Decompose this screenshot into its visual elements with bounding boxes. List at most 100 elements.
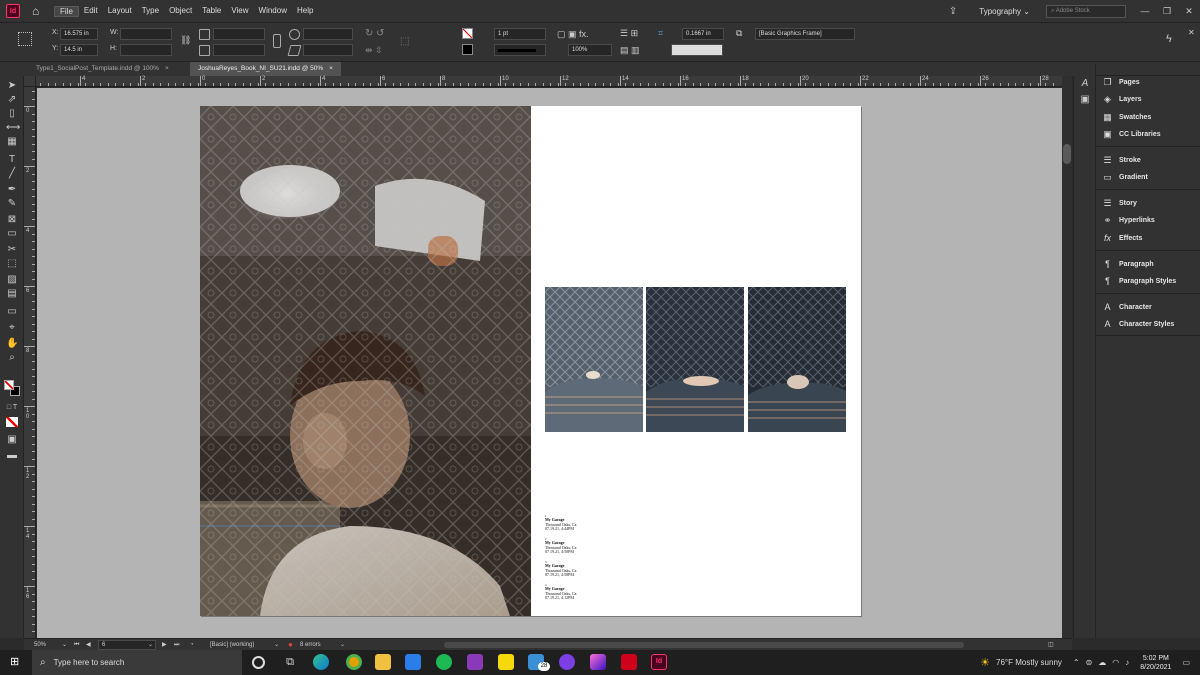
clock[interactable]: 5:02 PM 8/20/2021: [1140, 654, 1171, 672]
gradient-feather-tool-icon[interactable]: ▤: [6, 288, 18, 300]
menu-help[interactable]: Help: [292, 6, 318, 17]
close-icon[interactable]: ×: [329, 65, 333, 72]
restore-icon[interactable]: ❐: [1156, 6, 1178, 17]
menu-view[interactable]: View: [226, 6, 253, 17]
hand-tool-icon[interactable]: ✋: [6, 338, 18, 350]
tab-book[interactable]: JoshuaReyes_Book_NI_SU21.indd @ 50% ×: [190, 62, 341, 76]
apply-none-icon[interactable]: [6, 417, 18, 427]
crop-icon[interactable]: ⧉: [736, 28, 742, 39]
constrain-icon[interactable]: [273, 34, 281, 48]
panel-swatches[interactable]: ▦ Swatches: [1102, 109, 1151, 125]
panel-story[interactable]: ☰ Story: [1102, 195, 1136, 211]
scale-y-field[interactable]: [213, 44, 265, 56]
zoom-tool-icon[interactable]: ⌕: [6, 352, 18, 364]
scale-x-field[interactable]: [213, 28, 265, 40]
rotate-field[interactable]: [303, 28, 353, 40]
acrobat-icon[interactable]: [621, 654, 637, 670]
selection-icon[interactable]: ⬚: [400, 36, 409, 47]
shear-field[interactable]: [303, 44, 353, 56]
panel-paragraph[interactable]: ¶ Paragraph: [1102, 256, 1154, 272]
windows-start-icon[interactable]: ⊞: [10, 657, 19, 668]
fill-none-swatch[interactable]: [462, 28, 473, 39]
photo-thumbnail-3[interactable]: [748, 287, 846, 432]
lightning-icon[interactable]: ϟ: [1166, 33, 1172, 45]
screen-mode-icon[interactable]: ▬: [6, 450, 18, 462]
scissors-tool-icon[interactable]: ✂: [6, 244, 18, 256]
panel-effects[interactable]: fx Effects: [1102, 230, 1142, 246]
gap-tool-icon[interactable]: ⟷: [6, 122, 20, 134]
panel-hyperlinks[interactable]: ⚭ Hyperlinks: [1102, 212, 1155, 228]
corner-options-icon[interactable]: ⌗: [658, 28, 663, 39]
menu-edit[interactable]: Edit: [79, 6, 103, 17]
type-tool-icon[interactable]: T: [6, 154, 18, 166]
gradient-swatch-tool-icon[interactable]: ▨: [6, 274, 18, 286]
rectangle-frame-tool-icon[interactable]: ⊠: [6, 214, 18, 226]
photos-icon[interactable]: [590, 654, 606, 670]
scroll-thumb[interactable]: [1063, 144, 1071, 164]
x-field[interactable]: 16.575 in: [60, 28, 98, 40]
store-icon[interactable]: [405, 654, 421, 670]
network-icon[interactable]: ⊜: [1086, 658, 1093, 667]
h-field[interactable]: [120, 44, 172, 56]
notifications-icon[interactable]: ▭: [1182, 658, 1190, 667]
pencil-tool-icon[interactable]: ✎: [6, 198, 18, 210]
panel-stroke[interactable]: ☰ Stroke: [1102, 152, 1140, 168]
cloud-icon[interactable]: ☁: [1098, 658, 1106, 667]
stroke-type-select[interactable]: [494, 44, 546, 56]
panel-layers[interactable]: ◈ Layers: [1102, 91, 1142, 107]
horizontal-scrollbar[interactable]: [444, 642, 964, 648]
wifi-icon[interactable]: ◠: [1112, 658, 1119, 667]
edge-icon[interactable]: [313, 654, 329, 670]
pen-tool-icon[interactable]: ✒: [6, 184, 18, 196]
portrait-photo[interactable]: [200, 106, 531, 616]
app-circle-icon[interactable]: [559, 654, 575, 670]
menu-layout[interactable]: Layout: [103, 6, 137, 17]
offset-field[interactable]: 0.1667 in: [682, 28, 724, 40]
formatting-icon[interactable]: □ T: [6, 402, 18, 414]
caption-4[interactable]: 4 My Garage Thousand Oaks, Ca 07.19.21, …: [545, 583, 576, 601]
link-icon[interactable]: ⛓: [180, 35, 191, 46]
line-tool-icon[interactable]: ╱: [6, 168, 18, 180]
indesign-taskbar-icon[interactable]: Id: [651, 654, 667, 670]
panel-gradient[interactable]: ▭ Gradient: [1102, 169, 1148, 185]
note-tool-icon[interactable]: ▭: [6, 306, 18, 318]
y-field[interactable]: 14.5 in: [60, 44, 98, 56]
rectangle-tool-icon[interactable]: ▭: [6, 228, 18, 240]
close-icon[interactable]: ✕: [1178, 6, 1200, 17]
cortana-icon[interactable]: [252, 656, 265, 669]
ruler-origin[interactable]: [24, 76, 36, 87]
rotate-90-icon[interactable]: ↻ ↺: [365, 28, 385, 39]
tab-social-post[interactable]: Type1_SocialPost_Template.indd @ 100% ×: [28, 62, 177, 76]
workspace-switcher[interactable]: Typography ⌄: [979, 7, 1030, 16]
view-mode-icon[interactable]: ▣: [6, 434, 18, 446]
wrap-icon[interactable]: ▤ ▥: [620, 45, 640, 56]
free-transform-tool-icon[interactable]: ⬚: [6, 258, 18, 270]
menu-file[interactable]: File: [54, 5, 79, 17]
reference-point-icon[interactable]: [18, 32, 32, 46]
vertical-ruler[interactable]: 0 2 4 6 8 1 0 1 2 1 4 1 6: [24, 87, 36, 638]
minimize-icon[interactable]: —: [1134, 6, 1156, 16]
file-explorer-icon[interactable]: [375, 654, 391, 670]
sticky-notes-icon[interactable]: [498, 654, 514, 670]
direct-selection-tool-icon[interactable]: ⇗: [6, 94, 18, 106]
volume-icon[interactable]: ♪: [1125, 658, 1129, 667]
horizontal-ruler[interactable]: 4 2 0 2 4 6 8 10 12 14 16 18 20 22 24 26 28: [36, 76, 1062, 87]
panel-pages[interactable]: ❐ Pages: [1102, 74, 1139, 90]
w-field[interactable]: [120, 28, 172, 40]
app-icon[interactable]: [467, 654, 483, 670]
menu-table[interactable]: Table: [197, 6, 226, 17]
caption-3[interactable]: 3 My Garage Thousand Oaks, Ca 07.19.21, …: [545, 560, 576, 578]
page-tool-icon[interactable]: ▯: [6, 108, 18, 120]
panel-paragraph-styles[interactable]: ¶ Paragraph Styles: [1102, 273, 1176, 289]
close-icon[interactable]: ×: [165, 65, 169, 72]
menu-window[interactable]: Window: [254, 6, 292, 17]
stroke-weight-field[interactable]: 1 pt: [494, 28, 546, 40]
text-wrap-icon[interactable]: ▣: [1079, 94, 1091, 106]
vertical-scrollbar[interactable]: [1062, 76, 1072, 638]
photo-thumbnail-2[interactable]: [646, 287, 744, 432]
align-icon[interactable]: ☰ ⊞: [620, 28, 638, 39]
eyedropper-tool-icon[interactable]: ⌖: [6, 322, 18, 334]
share-icon[interactable]: ⇪: [949, 6, 957, 17]
fill-color-field[interactable]: [671, 44, 723, 56]
flip-icon[interactable]: ⇹ ⇳: [365, 45, 383, 56]
